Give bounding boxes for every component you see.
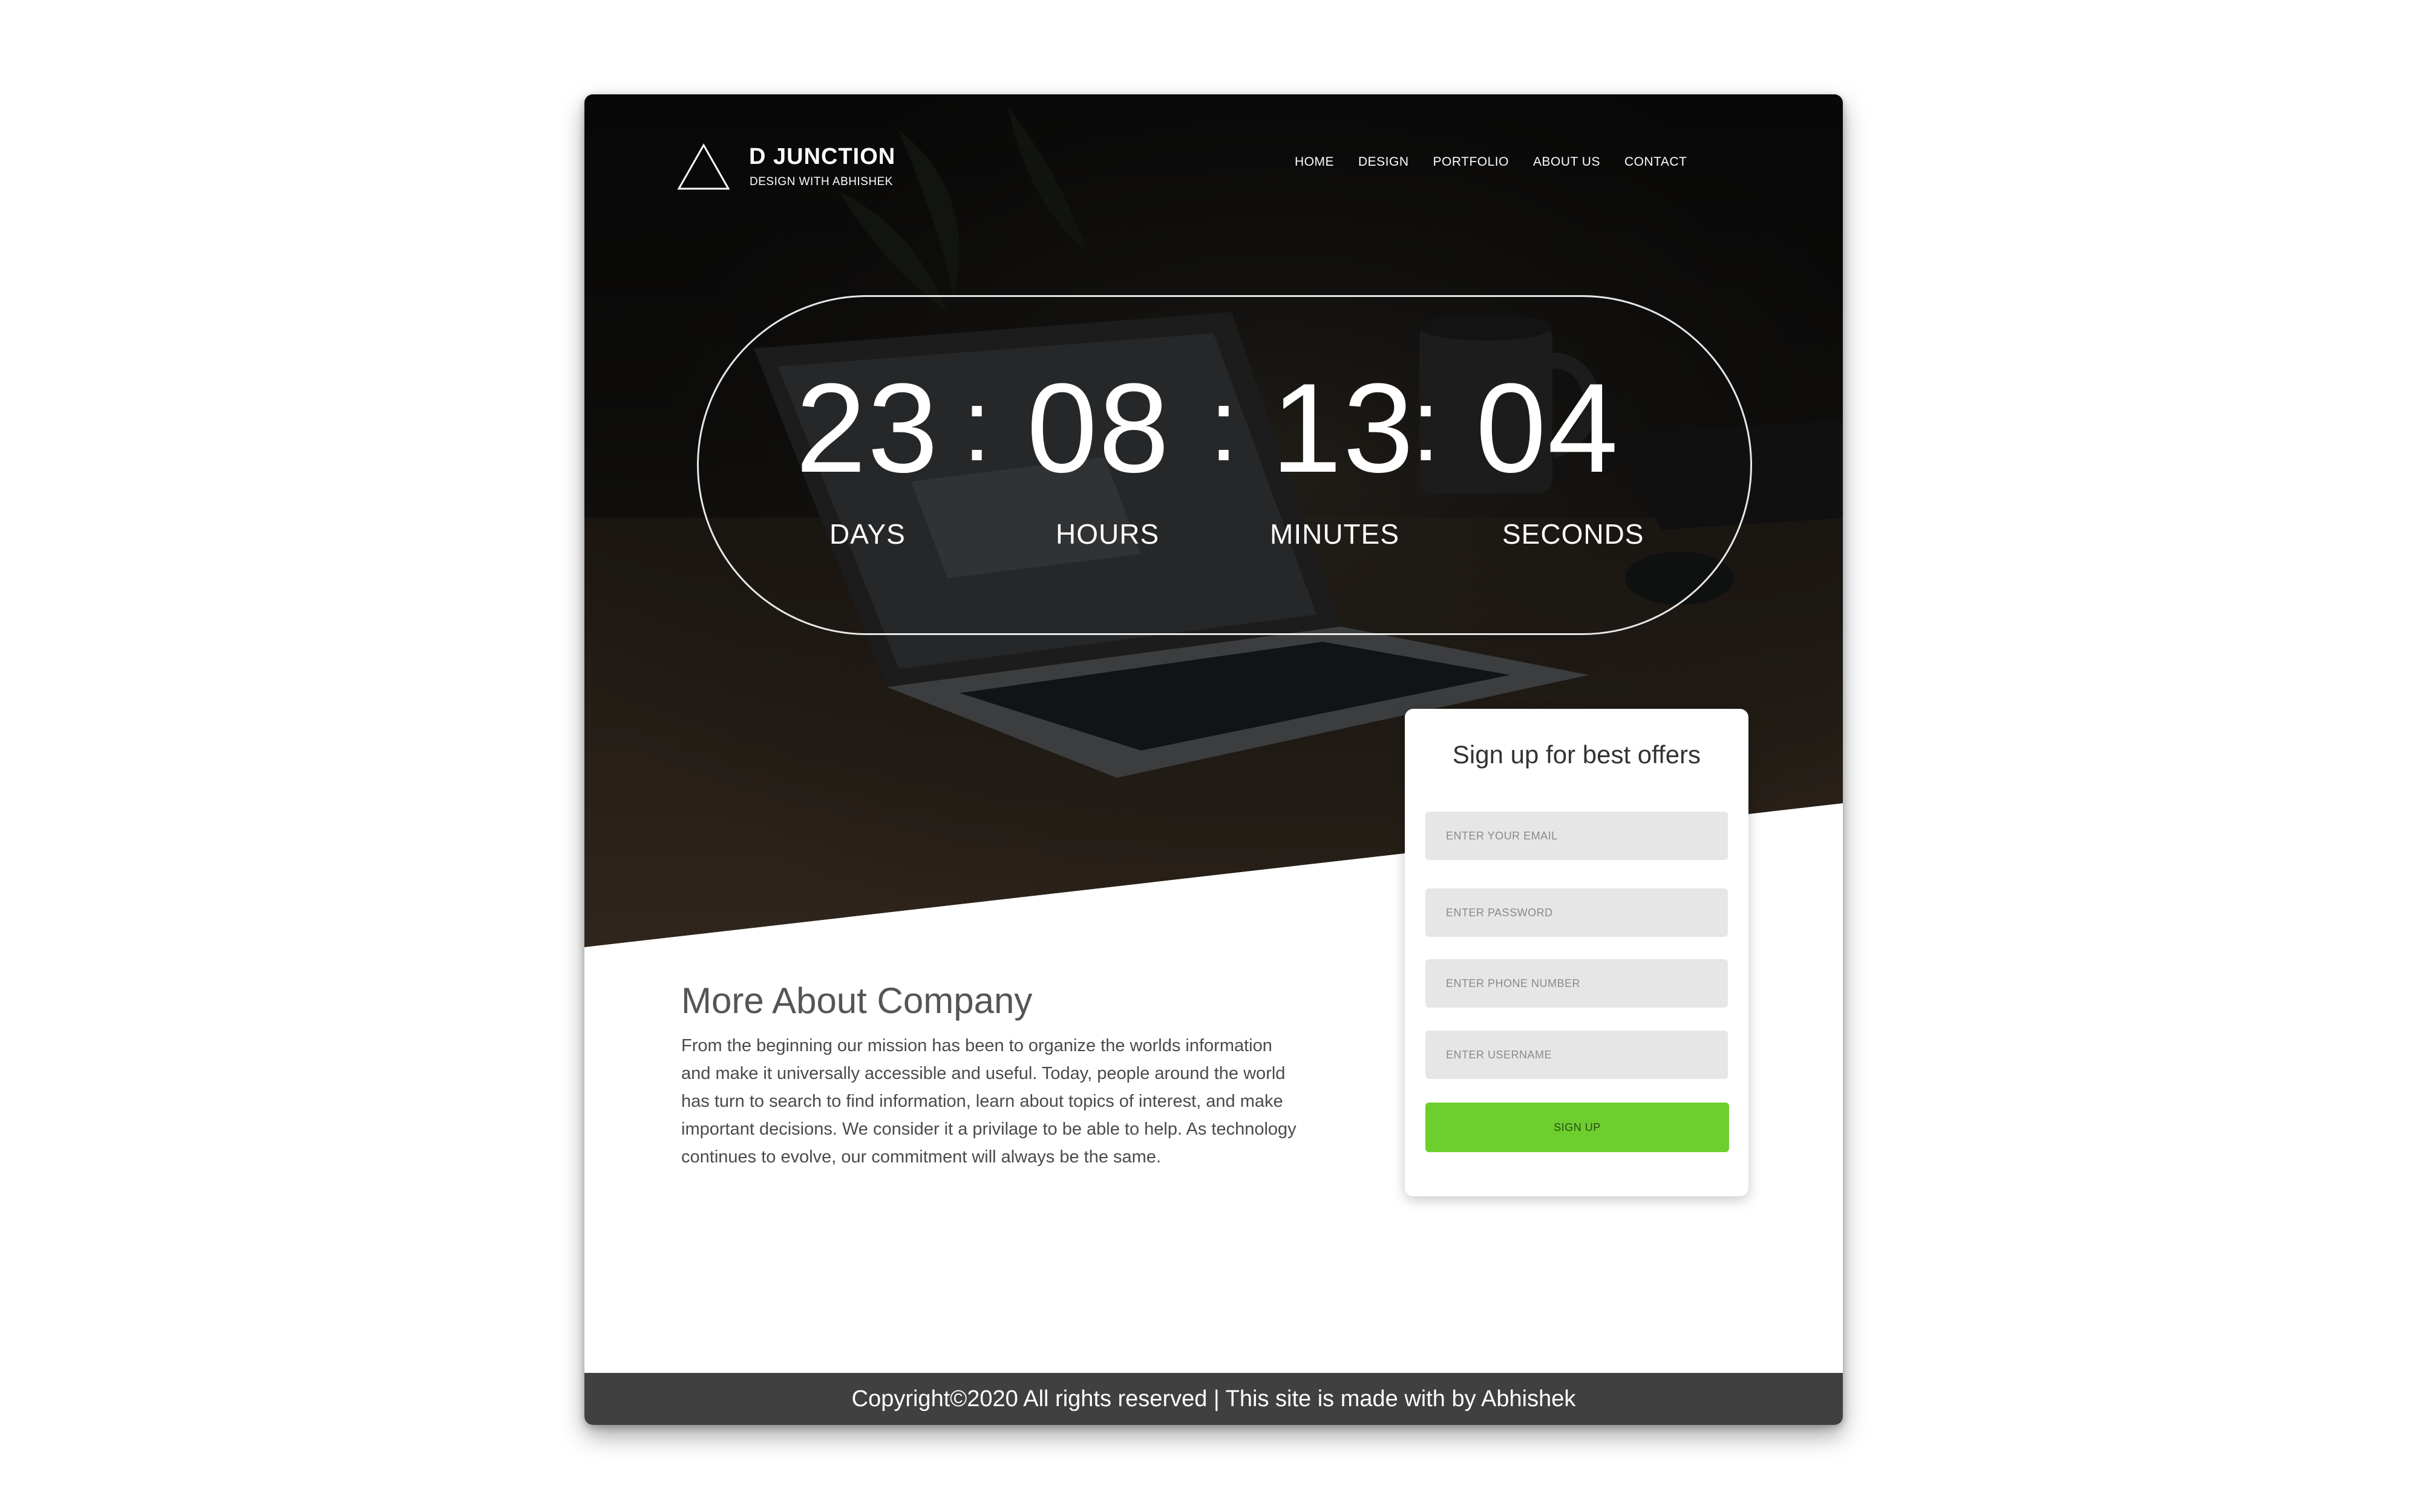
- countdown-days-value: 23: [796, 357, 940, 499]
- about-text: From the beginning our mission has been …: [681, 1036, 1297, 1167]
- nav-contact[interactable]: CONTACT: [1624, 155, 1687, 169]
- email-input[interactable]: [1425, 812, 1728, 860]
- countdown-minutes-label: MINUTES: [1270, 518, 1399, 550]
- brand-name[interactable]: D JUNCTION: [749, 144, 895, 170]
- nav-design[interactable]: DESIGN: [1358, 155, 1409, 169]
- footer-copyright: Copyright©2020 All rights reserved | Thi…: [851, 1386, 1576, 1412]
- password-input[interactable]: [1425, 888, 1728, 937]
- countdown-seconds-label: SECONDS: [1502, 518, 1644, 550]
- footer: Copyright©2020 All rights reserved | Thi…: [584, 1373, 1843, 1425]
- signup-title: Sign up for best offers: [1452, 740, 1701, 769]
- page-frame: D JUNCTION DESIGN WITH ABHISHEK HOME DES…: [584, 94, 1843, 1425]
- phone-input[interactable]: [1425, 959, 1728, 1008]
- triangle-logo-icon[interactable]: [676, 143, 731, 191]
- signup-card: Sign up for best offers SIGN UP: [1405, 709, 1748, 1196]
- countdown-separator: :: [1209, 368, 1238, 483]
- nav-portfolio[interactable]: PORTFOLIO: [1433, 155, 1509, 169]
- countdown-days-label: DAYS: [829, 518, 906, 550]
- signup-button[interactable]: SIGN UP: [1425, 1103, 1729, 1152]
- countdown-hours-value: 08: [1027, 357, 1171, 499]
- nav-home[interactable]: HOME: [1295, 155, 1334, 169]
- countdown-timer: 23 : 08 : 13 : 04 DAYS HOURS MINUTES SEC…: [697, 295, 1752, 635]
- countdown-minutes-value: 13: [1271, 357, 1415, 499]
- main-nav: HOME DESIGN PORTFOLIO ABOUT US CONTACT: [1295, 155, 1687, 169]
- countdown-hours-label: HOURS: [1056, 518, 1160, 550]
- countdown-separator: :: [963, 368, 992, 483]
- countdown-seconds-value: 04: [1476, 357, 1620, 499]
- countdown-separator: :: [1411, 368, 1441, 483]
- username-input[interactable]: [1425, 1031, 1728, 1079]
- about-title: More About Company: [681, 980, 1033, 1021]
- brand-tagline: DESIGN WITH ABHISHEK: [750, 175, 893, 188]
- nav-about-us[interactable]: ABOUT US: [1533, 155, 1600, 169]
